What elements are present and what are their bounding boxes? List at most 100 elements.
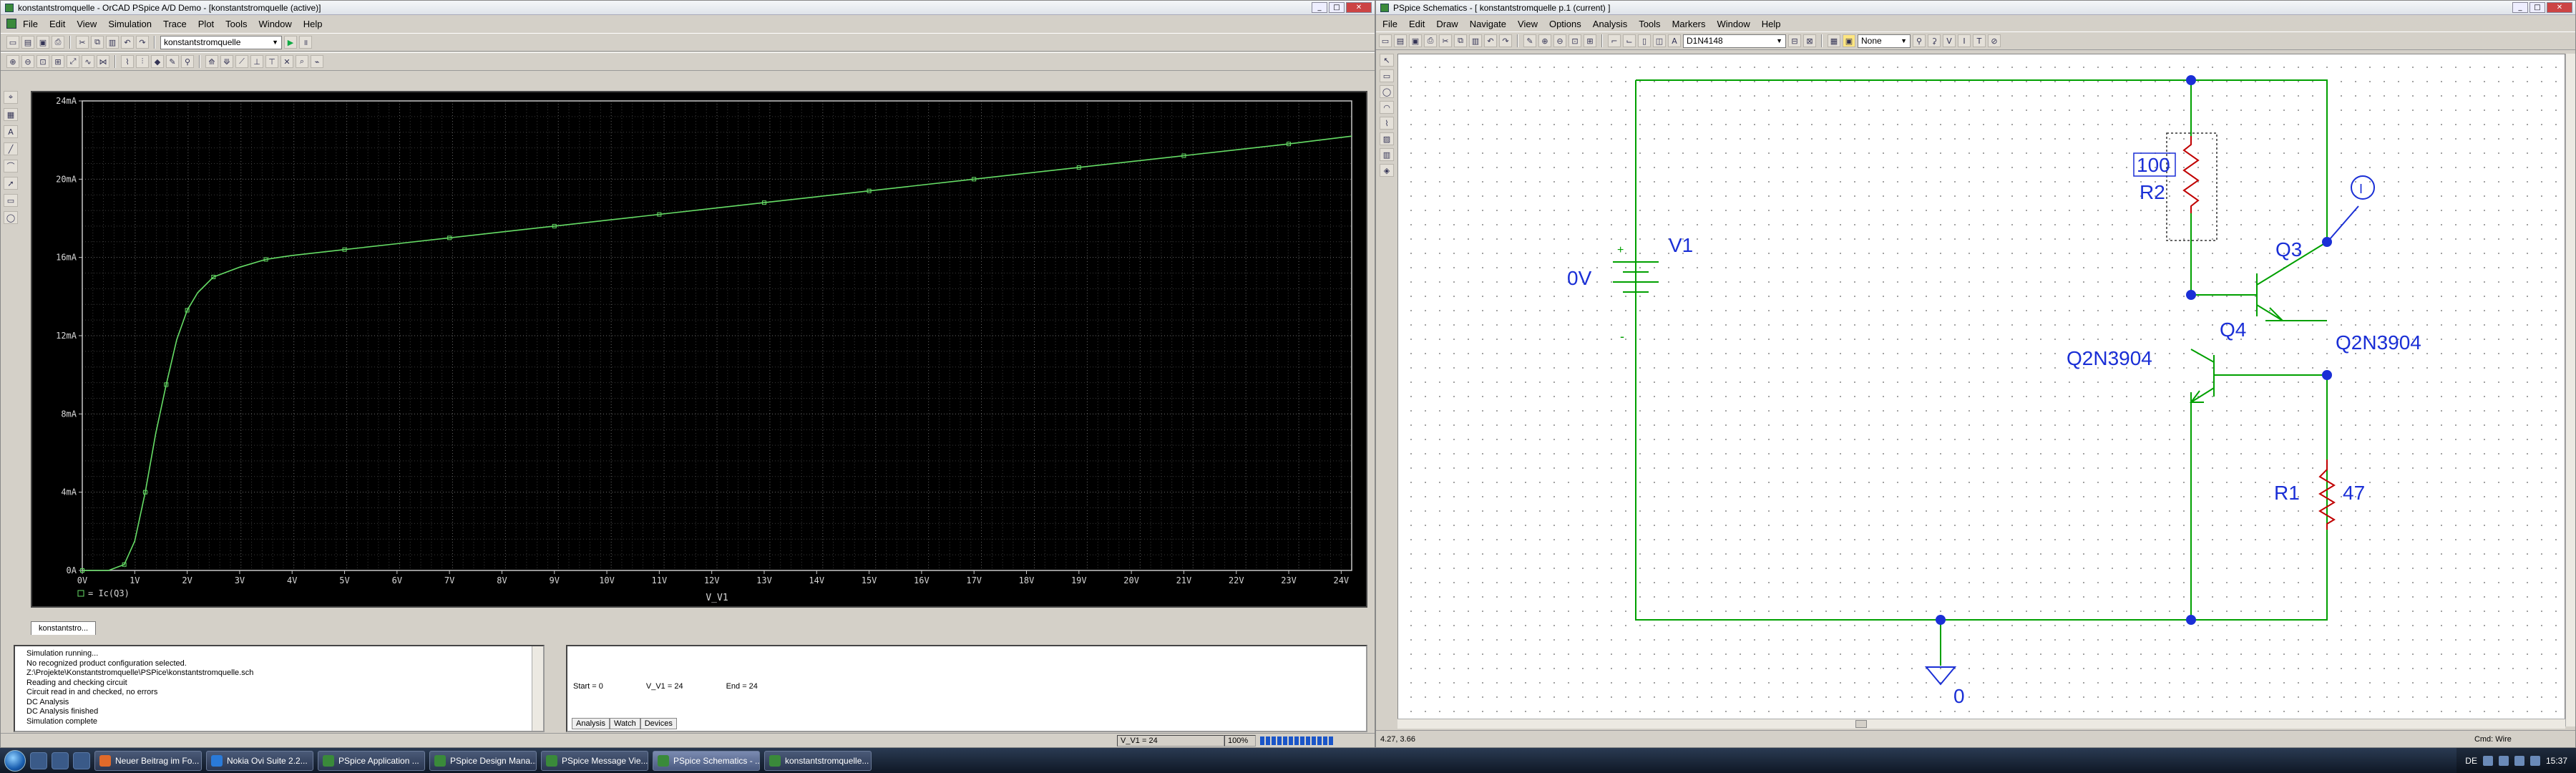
v1-name[interactable]: V1 xyxy=(1669,234,1693,256)
setup-analysis-icon[interactable]: ▦ xyxy=(1828,34,1840,47)
voltage-marker-icon[interactable]: ✎ xyxy=(166,55,179,68)
close-button[interactable]: ✕ xyxy=(2547,2,2572,13)
zoom-fit-icon[interactable]: ⊞ xyxy=(52,55,64,68)
cursor-slope-icon[interactable]: ⟋ xyxy=(235,55,248,68)
menu-window[interactable]: Window xyxy=(255,19,296,29)
quicklaunch-browser-icon[interactable] xyxy=(52,752,69,769)
zoom-area-icon[interactable]: ⊡ xyxy=(36,55,49,68)
current-marker-icon[interactable]: ⚲ xyxy=(181,55,194,68)
menu-markers[interactable]: Markers xyxy=(1669,19,1709,29)
add-trace-icon[interactable]: ⌇ xyxy=(121,55,134,68)
menu-tools[interactable]: Tools xyxy=(1635,19,1664,29)
zoom-fit-icon[interactable]: ⊞ xyxy=(1584,34,1596,47)
r2-value[interactable]: 100 xyxy=(2137,154,2170,176)
paste-icon[interactable]: ▥ xyxy=(1469,34,1482,47)
cut-icon[interactable]: ✂ xyxy=(1439,34,1452,47)
menu-help[interactable]: Help xyxy=(1758,19,1785,29)
new-icon[interactable]: ▭ xyxy=(6,36,19,49)
canvas-horizontal-scrollbar[interactable] xyxy=(1397,719,2565,729)
quicklaunch-desktop-icon[interactable] xyxy=(73,752,90,769)
quicklaunch-explorer-icon[interactable] xyxy=(30,752,47,769)
cut-icon[interactable]: ✂ xyxy=(76,36,89,49)
menu-file[interactable]: File xyxy=(19,19,42,29)
q4-model[interactable]: Q2N3904 xyxy=(2067,347,2152,369)
fourier-icon[interactable]: ∿ xyxy=(82,55,94,68)
open-icon[interactable]: ▤ xyxy=(1394,34,1407,47)
bluetooth-icon[interactable] xyxy=(2514,755,2524,766)
enable-bias-icon[interactable]: ⚲ xyxy=(1913,34,1926,47)
maximize-button[interactable]: □ xyxy=(1329,2,1345,13)
text-label-icon[interactable]: A xyxy=(4,125,18,138)
place-picture-icon[interactable]: ▨ xyxy=(1380,132,1394,145)
pencil-icon[interactable]: ✎ xyxy=(1523,34,1536,47)
wire-top[interactable] xyxy=(1636,79,2328,242)
menu-window[interactable]: Window xyxy=(1714,19,1754,29)
start-button[interactable] xyxy=(4,749,26,772)
security-icon[interactable] xyxy=(2529,755,2540,766)
edit-symbol-icon[interactable]: ⊟ xyxy=(1788,34,1801,47)
zoom-in-icon[interactable]: ⊕ xyxy=(6,55,19,68)
language-indicator[interactable]: DE xyxy=(2465,756,2477,766)
text-marker-icon[interactable]: T xyxy=(1973,34,1986,47)
toggle-cursor-icon[interactable]: ⌖ xyxy=(4,91,18,104)
scroll-thumb[interactable] xyxy=(1855,720,1867,728)
q4-name[interactable]: Q4 xyxy=(2220,319,2246,341)
menu-navigate[interactable]: Navigate xyxy=(1466,19,1510,29)
taskbar-item[interactable]: PSpice Design Mana... xyxy=(429,750,537,771)
mark-label-icon[interactable]: ▦ xyxy=(4,108,18,121)
q3-model[interactable]: Q2N3904 xyxy=(2336,331,2421,354)
taskbar-item[interactable]: konstantstromquelle... xyxy=(764,750,872,771)
volume-icon[interactable] xyxy=(2498,755,2509,766)
maximize-button[interactable]: □ xyxy=(2529,2,2545,13)
zoom-out-icon[interactable]: ⊖ xyxy=(21,55,34,68)
menu-file[interactable]: File xyxy=(1379,19,1401,29)
ground-symbol[interactable] xyxy=(1924,666,1957,686)
minimize-button[interactable]: _ xyxy=(1312,2,1327,13)
cursor-point-icon[interactable]: ✕ xyxy=(280,55,293,68)
draw-text-icon[interactable]: A xyxy=(1668,34,1681,47)
draw-rectangle-icon[interactable]: ▭ xyxy=(1380,69,1394,82)
menu-help[interactable]: Help xyxy=(300,19,326,29)
r1-value[interactable]: 47 xyxy=(2343,482,2365,504)
cursor-search-icon[interactable]: ⌕ xyxy=(296,55,308,68)
network-icon[interactable] xyxy=(2482,755,2493,766)
output-scrollbar[interactable] xyxy=(532,646,543,731)
cursor-peak-icon[interactable]: ⟰ xyxy=(205,55,218,68)
taskbar-item[interactable]: PSpice Schematics - ... xyxy=(653,750,760,771)
menu-view[interactable]: View xyxy=(73,19,100,29)
place-library-icon[interactable]: ▥ xyxy=(1380,148,1394,161)
attribute-display-select[interactable]: None ▼ xyxy=(1858,34,1911,48)
draw-circle-icon[interactable]: ◯ xyxy=(1380,85,1394,98)
menu-simulation[interactable]: Simulation xyxy=(104,19,155,29)
r2-resistor[interactable] xyxy=(2182,136,2200,213)
menu-plot[interactable]: Plot xyxy=(195,19,218,29)
copy-icon[interactable]: ⧉ xyxy=(1454,34,1467,47)
zoom-area-icon[interactable]: ⊡ xyxy=(1568,34,1581,47)
taskbar-item[interactable]: Neuer Beitrag im Fo... xyxy=(94,750,202,771)
close-button[interactable]: ✕ xyxy=(1346,2,1372,13)
draw-arc-icon[interactable]: ◠ xyxy=(1380,101,1394,114)
poly-label-icon[interactable]: ⌒ xyxy=(4,160,18,172)
tab-konstantstromquelle[interactable]: konstantstro... xyxy=(31,621,97,635)
cursor-max-icon[interactable]: ⊤ xyxy=(265,55,278,68)
log-x-icon[interactable]: ⤢ xyxy=(67,55,79,68)
taskbar-item[interactable]: PSpice Message Vie... xyxy=(541,750,648,771)
clear-markers-icon[interactable]: ⊘ xyxy=(1988,34,2001,47)
select-arrow-icon[interactable]: ↖ xyxy=(1380,54,1394,67)
tab-watch[interactable]: Watch xyxy=(609,718,640,729)
tab-analysis[interactable]: Analysis xyxy=(572,718,610,729)
v1-value[interactable]: 0V xyxy=(1567,267,1592,289)
arrow-label-icon[interactable]: ➚ xyxy=(4,177,18,190)
redo-icon[interactable]: ↷ xyxy=(136,36,149,49)
cursor-trough-icon[interactable]: ⟱ xyxy=(220,55,233,68)
get-part-icon[interactable]: ◫ xyxy=(1653,34,1666,47)
r2-name[interactable]: R2 xyxy=(2140,181,2165,203)
tab-devices[interactable]: Devices xyxy=(640,718,677,729)
menu-edit[interactable]: Edit xyxy=(1405,19,1428,29)
place-marker-icon[interactable]: ◈ xyxy=(1380,164,1394,177)
undo-icon[interactable]: ↶ xyxy=(121,36,134,49)
redo-icon[interactable]: ↷ xyxy=(1499,34,1512,47)
taskbar-item[interactable]: PSpice Application ... xyxy=(318,750,425,771)
draw-bus-icon[interactable]: ⌙ xyxy=(1623,34,1636,47)
markers-icon[interactable]: ◆ xyxy=(151,55,164,68)
